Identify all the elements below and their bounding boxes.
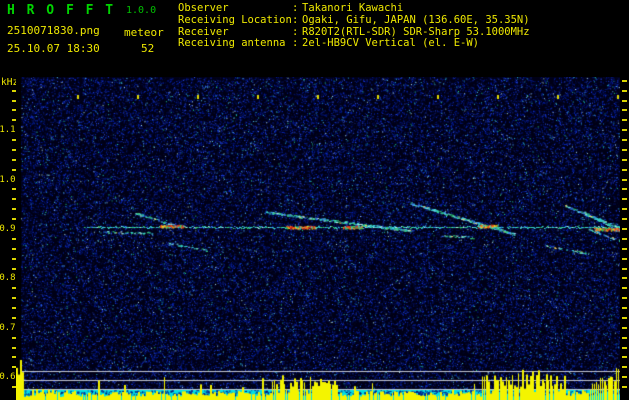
echo-count: 52	[141, 42, 155, 55]
freq-right-tick	[622, 327, 627, 329]
freq-right-tick	[622, 287, 627, 289]
freq-right-tick	[622, 149, 627, 151]
app-version: 1.0.0	[126, 5, 157, 16]
freq-right-tick	[622, 218, 627, 220]
capture-datetime: 25.10.07 18:30	[7, 42, 100, 55]
freq-right-tick	[622, 297, 627, 299]
info-separator: :	[292, 37, 299, 50]
freq-right-tick	[622, 337, 627, 339]
freq-right-tick	[622, 366, 627, 368]
freq-right-tick	[622, 80, 627, 82]
freq-right-tick	[622, 159, 627, 161]
freq-right-tick	[622, 258, 627, 260]
freq-right-tick	[622, 317, 627, 319]
freq-right-tick	[622, 356, 627, 358]
freq-right-tick	[622, 248, 627, 250]
info-row: Receiving antenna:2el-HB9CV Vertical (el…	[178, 38, 530, 50]
freq-right-tick	[622, 119, 627, 121]
info-separator: :	[292, 13, 299, 26]
freq-right-tick	[622, 90, 627, 92]
freq-right-tick	[622, 169, 627, 171]
freq-right-tick	[622, 347, 627, 349]
freq-right-tick	[622, 109, 627, 111]
freq-right-tick	[622, 208, 627, 210]
info-value: 2el-HB9CV Vertical (el. E-W)	[302, 37, 480, 50]
freq-right-tick	[622, 307, 627, 309]
freq-right-tick	[622, 188, 627, 190]
spectrogram-canvas	[16, 77, 620, 400]
freq-right-tick	[622, 238, 627, 240]
freq-right-tick	[622, 100, 627, 102]
freq-right-tick	[622, 198, 627, 200]
freq-right-tick	[622, 376, 627, 378]
info-value: Ogaki, Gifu, JAPAN (136.60E, 35.35N)	[302, 13, 530, 26]
info-label: Receiving antenna	[178, 37, 286, 50]
info-label: Receiving Location	[178, 13, 292, 26]
observer-info-table: Observer: Takanori Kawachi Receiving Loca…	[178, 2, 530, 50]
freq-right-tick	[622, 386, 627, 388]
freq-right-tick	[622, 179, 627, 181]
observation-mode: meteor	[124, 26, 164, 39]
freq-right-tick	[622, 228, 627, 230]
freq-right-tick	[622, 129, 627, 131]
capture-filename: 2510071830.png	[7, 24, 100, 37]
app-title: H R O F F T	[7, 3, 116, 18]
hrofft-window: H R O F F T 1.0.0 2510071830.png meteor …	[0, 0, 629, 400]
freq-right-tick	[622, 139, 627, 141]
freq-right-tick	[622, 277, 627, 279]
info-row: Receiving Location: Ogaki, Gifu, JAPAN (1…	[178, 13, 530, 27]
freq-right-tick	[622, 268, 627, 270]
